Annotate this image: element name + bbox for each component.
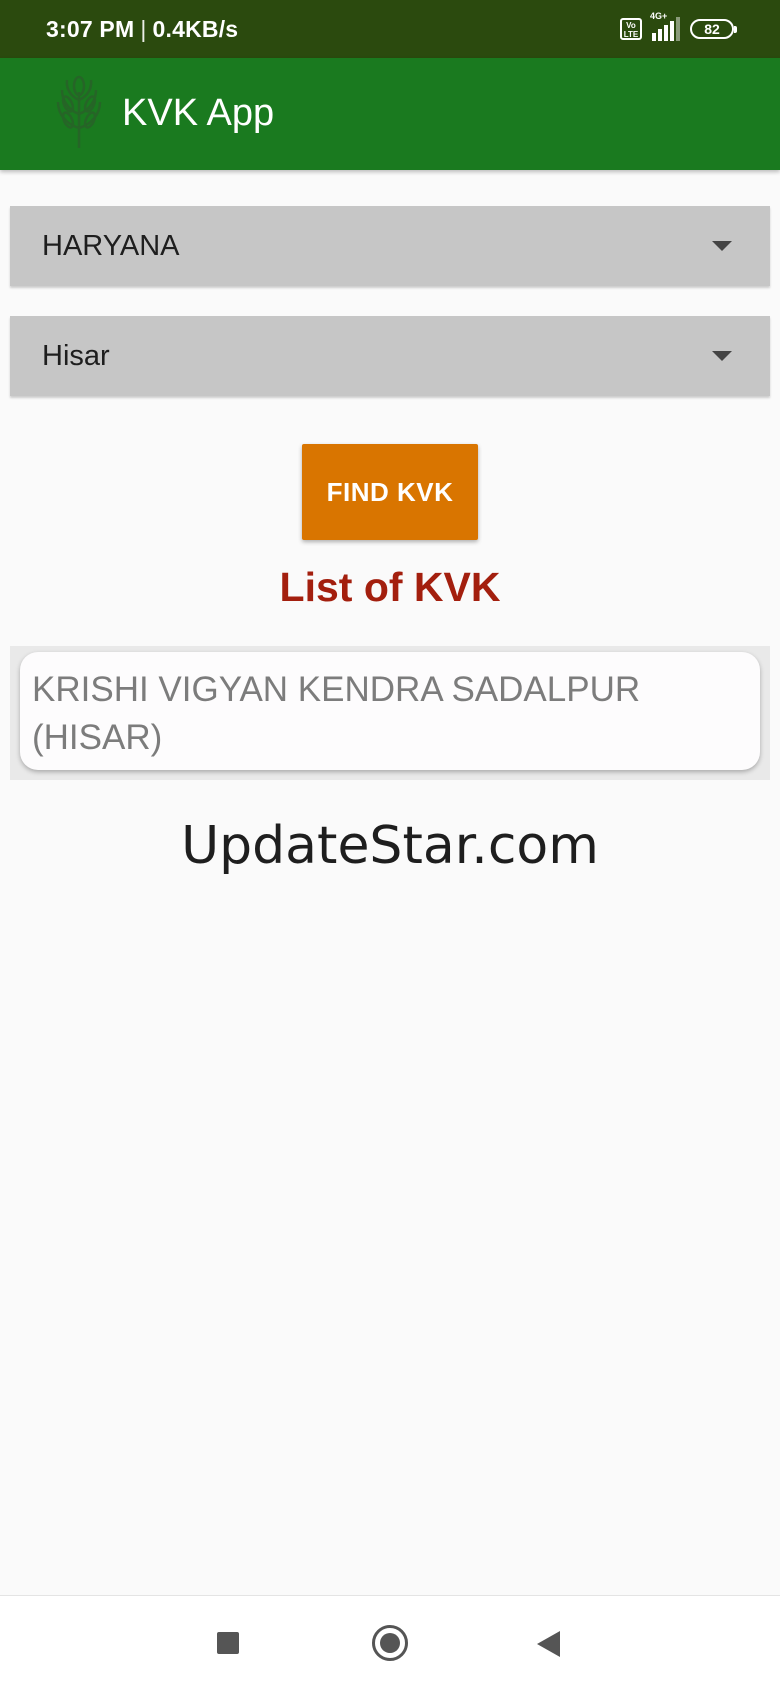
signal-bar (652, 33, 656, 41)
dropdown-arrow-icon (712, 241, 732, 251)
battery-level: 82 (704, 21, 720, 37)
status-time: 3:07 PM (46, 15, 135, 42)
kvk-list: KRISHI VIGYAN KENDRA SADALPUR (HISAR) (10, 646, 770, 780)
volte-icon: Vo LTE (620, 18, 642, 40)
status-right: Vo LTE 4G+ 82 (620, 11, 737, 41)
kvk-logo-icon (56, 75, 102, 148)
network-type-label: 4G+ (650, 11, 668, 21)
list-item[interactable]: KRISHI VIGYAN KENDRA SADALPUR (HISAR) (20, 652, 760, 770)
watermark: UpdateStar.com (181, 816, 599, 876)
battery-icon: 82 (690, 19, 737, 39)
district-spinner[interactable]: Hisar (10, 316, 770, 396)
app-bar: KVK App (0, 58, 780, 170)
state-spinner[interactable]: HARYANA (10, 206, 770, 286)
navigation-bar (0, 1595, 780, 1691)
status-left: 3:07 PM | 0.4KB/s (46, 16, 238, 43)
state-spinner-value: HARYANA (42, 229, 180, 262)
signal-bar (664, 25, 668, 41)
list-item-label: KRISHI VIGYAN KENDRA SADALPUR (HISAR) (32, 670, 641, 757)
status-bar: 3:07 PM | 0.4KB/s Vo LTE 4G+ 82 (0, 0, 780, 58)
back-triangle-icon[interactable] (537, 1631, 560, 1657)
district-spinner-value: Hisar (42, 339, 110, 372)
status-separator: | (140, 15, 147, 42)
signal-bar (676, 17, 680, 41)
home-circle-icon[interactable] (372, 1625, 408, 1661)
signal-bar (658, 29, 662, 41)
status-network-speed: 0.4KB/s (152, 15, 239, 42)
dropdown-arrow-icon (712, 351, 732, 361)
signal-bar (670, 21, 674, 41)
find-kvk-button[interactable]: FIND KVK (302, 444, 478, 540)
list-heading: List of KVK (279, 564, 501, 610)
signal-icon: 4G+ (650, 11, 680, 41)
recents-square-icon[interactable] (217, 1632, 239, 1654)
app-title: KVK App (122, 92, 275, 134)
